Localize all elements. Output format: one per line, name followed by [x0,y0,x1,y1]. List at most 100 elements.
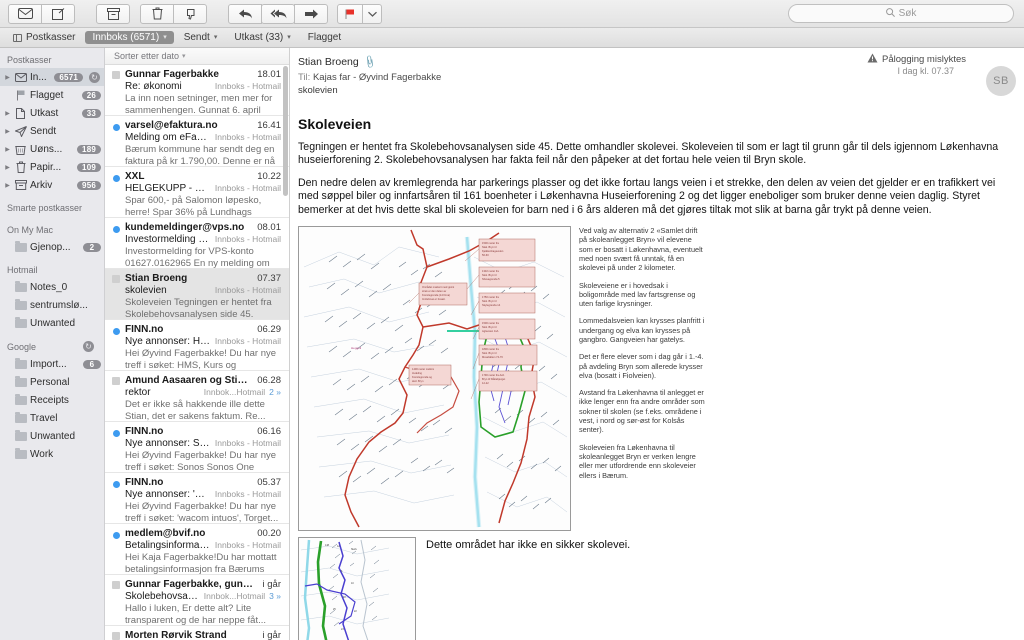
archive-button[interactable] [96,3,130,24]
delete-button[interactable] [140,3,174,24]
disclosure-triangle-icon[interactable]: ▶ [4,74,11,81]
junk-button[interactable] [173,3,207,24]
favorites-item-label: Innboks (6571) [92,32,160,43]
folder-icon [14,280,27,292]
message-list-item[interactable]: FINN.no 06.29 Nye annonser: HM... Innboks -… [105,320,289,371]
svg-text:Kremlegrenda og: Kremlegrenda og [412,375,432,379]
favorites-item-inbox[interactable]: Innboks (6571) ▾ [85,31,174,44]
svg-text:Innfartsvei er bosatt.: Innfartsvei er bosatt. [422,297,446,301]
sidebar-item-badge: 6571 [54,72,83,82]
message-list-item[interactable]: kundemeldinger@vps.no 08.01 Investormeldin… [105,218,289,269]
folder-icon [14,316,27,328]
message-time: 06.29 [257,324,281,335]
sync-icon[interactable]: ↻ [89,71,100,83]
disclosure-triangle-icon[interactable]: ▶ [4,146,11,153]
trash-icon [152,7,163,20]
message-time: 16.41 [257,120,281,131]
message-preview: Hei Øyvind Fagerbakke! Du har nye treff … [125,348,277,371]
get-mail-button[interactable] [8,3,42,24]
flag-button[interactable] [337,3,363,24]
message-list-item[interactable]: Amund Aasaaren og Stian B... 06.28 rektor I… [105,371,289,422]
thumbs-down-icon [184,8,197,20]
sidebar-item-papir[interactable]: ▶ Papir... 109 [0,158,104,176]
message-list-item[interactable]: Stian Broeng 07.37 skolevien Innboks - Hotm… [105,269,289,320]
message-subject: Nye annonser: Sonos [125,438,211,449]
sidebar-item-label: Personal [30,376,70,388]
message-list-item[interactable]: Gunnar Fagerbakke 18.01 Re: økonomi Innboks… [105,65,289,116]
message-preview: Bærum kommune har sendt deg en faktura p… [125,144,275,167]
message-list-item[interactable]: medlem@bvif.no 00.20 Betalingsinformasj...… [105,524,289,575]
folder-icon [14,447,27,459]
sidebar-item-u-ns[interactable]: ▶ Uøns... 189 [0,140,104,158]
message-subject: Skolebehovsan... [125,591,200,602]
sidebar-item-utkast[interactable]: ▶ Utkast 33 [0,104,104,122]
sidebar-item-unwanted[interactable]: ▶Unwanted [0,427,104,445]
sidebar-item-in[interactable]: ▶ In... 6571 ↻ [0,68,104,86]
sidebar-item-unwanted[interactable]: ▶Unwanted [0,314,104,332]
message-list-item[interactable]: Gunnar Fagerbakke, gunnar.f... i går Skole… [105,575,289,626]
sidebar-item-badge: 956 [77,180,101,190]
sidebar-item-work[interactable]: ▶Work [0,445,104,463]
sort-bar[interactable]: Sorter etter dato ▾ [105,48,289,65]
message-date: I dag kl. 07.37 [897,66,954,76]
unread-dot-icon [113,481,120,488]
message-list-scroll[interactable]: Gunnar Fagerbakke 18.01 Re: økonomi Innboks… [105,65,289,640]
sidebar-item-arkiv[interactable]: ▶ Arkiv 956 [0,176,104,194]
favorites-mailboxes-toggle[interactable]: Postkasser [6,31,82,44]
disclosure-triangle-icon[interactable]: ▶ [4,182,11,189]
message-subject: Nye annonser: 'wac... [125,489,211,500]
flag-dropdown-button[interactable] [362,3,382,24]
favorites-item-drafts[interactable]: Utkast (33) ▾ [227,31,297,44]
favorites-item-sent[interactable]: Sendt ▾ [177,31,225,44]
message-list-item[interactable]: varsel@efaktura.no 16.41 Melding om eFaktu… [105,116,289,167]
disclosure-triangle-icon[interactable]: ▶ [4,110,11,117]
message-mailbox: Innboks - Hotmail [214,336,281,346]
sidebar-item-import[interactable]: ▶Import...6 [0,355,104,373]
archive-icon [106,7,120,20]
message-list-item[interactable]: XXL 10.22 HELGEKUPP - Spar...Innboks - Hot… [105,167,289,218]
reading-pane: Stian Broeng 📎 Til: Kajas far - Øyvind F… [290,48,1024,640]
sidebar-item-receipts[interactable]: ▶Receipts [0,391,104,409]
message-list-item[interactable]: FINN.no 06.16 Nye annonser: SonosInnboks -… [105,422,289,473]
status-badge[interactable]: Pålogging mislyktes [867,53,966,66]
search-container: Søk [788,4,1014,23]
forward-button[interactable] [294,3,328,24]
chevron-down-icon: ▾ [163,34,167,41]
mailbox-sidebar[interactable]: Postkasser▶In...6571↻▶Flagget26▶Utkast33… [0,48,105,640]
message-preview: Hallo i luken, Er dette alt? Lite transp… [125,603,267,626]
svg-text:148: 148 [325,544,330,547]
message-subject: skolevien [125,285,167,296]
disclosure-triangle-icon[interactable]: ▶ [4,128,11,135]
reply-all-button[interactable] [261,3,295,24]
message-thread-count[interactable]: 2 » [269,387,281,397]
search-input[interactable]: Søk [788,4,1014,23]
sidebar-item-label: Papir... [30,161,62,173]
message-preview: Hei Kaja Fagerbakke!Du har mottatt betal… [125,552,277,575]
sidebar-item-gjenop[interactable]: ▶Gjenop...2 [0,238,104,256]
skolevei-kart-detalj: 148 12 Skolv 6 10 40 25 22 24 [298,537,416,640]
message-status-icon [112,581,120,589]
sidebar-item-sendt[interactable]: ▶ Sendt [0,122,104,140]
sidebar-item-notes-0[interactable]: ▶Notes_0 [0,278,104,296]
reply-button[interactable] [228,3,262,24]
message-thread-count[interactable]: 3 » [269,591,281,601]
disclosure-triangle-icon[interactable]: ▶ [4,164,11,171]
map-graphic: 1500 meter fra Skal. Bryn til Kjøkkenhag… [299,227,570,531]
message-list-item[interactable]: Morten Rørvik Strandi gårHøringsuttalels… [105,626,289,640]
message-time: i går [262,579,281,590]
message-mailbox: Innboks - Hotmail [214,438,281,448]
message-subject: Re: økonomi [125,81,182,92]
sidebar-item-travel[interactable]: ▶Travel [0,409,104,427]
favorites-item-flagged[interactable]: Flagget [301,31,348,44]
message-list-item[interactable]: FINN.no 05.37 Nye annonser: 'wac...Innboks… [105,473,289,524]
toolbar-group-delete-junk [140,3,207,24]
sidebar-item-flagget[interactable]: ▶Flagget26 [0,86,104,104]
message-list-scrollbar[interactable] [282,48,289,640]
compose-button[interactable] [41,3,75,24]
refresh-icon[interactable]: ↻ [83,341,94,352]
message-sender: kundemeldinger@vps.no [125,222,245,233]
sidebar-item-personal[interactable]: ▶Personal [0,373,104,391]
sidebar-item-sentrumsl[interactable]: ▶sentrumslø... [0,296,104,314]
favorites-item-label: Utkast (33) [234,32,284,43]
recipient-label: Til: [298,72,311,83]
